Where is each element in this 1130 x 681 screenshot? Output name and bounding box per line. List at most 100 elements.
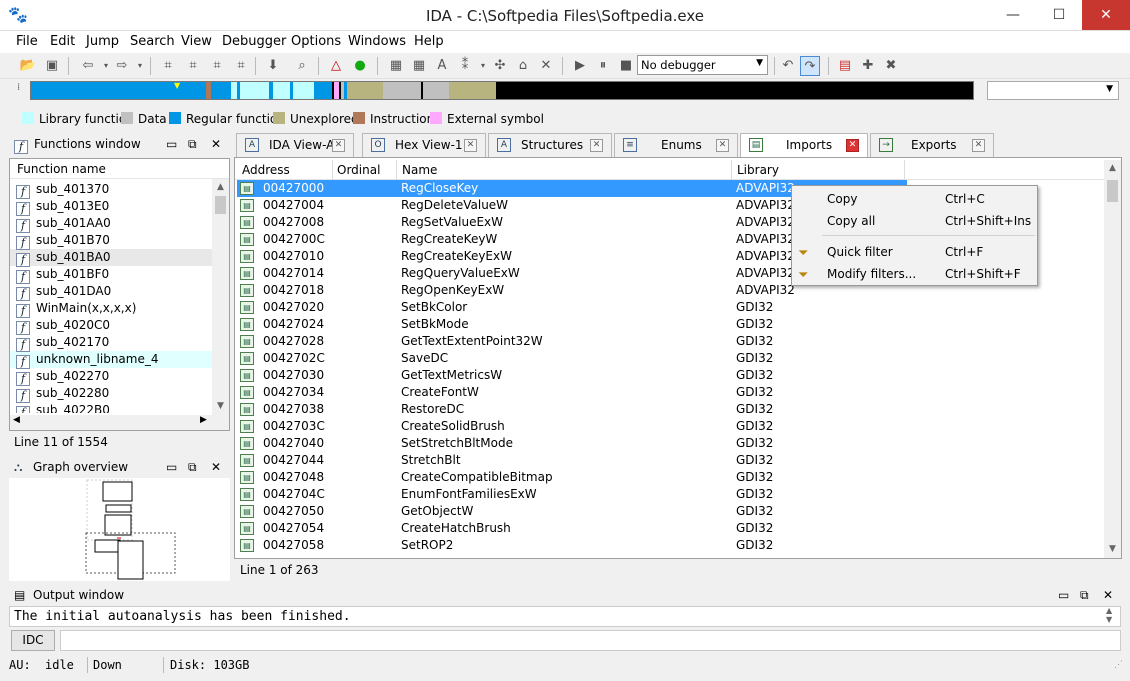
import-row[interactable]: ▤ 00427040 SetStretchBltMode GDI32 xyxy=(237,435,1107,452)
add-breakpoint-icon[interactable]: ✚ xyxy=(858,56,878,76)
context-modify-filters[interactable]: ⏷ Modify filters... Ctrl+Shift+F xyxy=(792,264,1037,284)
make-array-icon[interactable]: ⁑ xyxy=(455,56,475,76)
tab-structures[interactable]: A Structures ✕ xyxy=(488,133,612,157)
navigation-band[interactable]: ▼ xyxy=(30,81,974,100)
close-tab-icon[interactable]: ✕ xyxy=(590,139,603,152)
import-row[interactable]: ▤ 00427038 RestoreDC GDI32 xyxy=(237,401,1107,418)
forward-dropdown-icon[interactable]: ▾ xyxy=(130,56,150,76)
float-pane-icon[interactable]: ⧉ xyxy=(1080,585,1089,605)
column-library[interactable]: Library xyxy=(730,160,905,180)
import-row[interactable]: ▤ 00427058 SetROP2 GDI32 xyxy=(237,537,1107,554)
make-unknown-icon[interactable]: ✣ xyxy=(490,56,510,76)
undefine-icon[interactable]: ✕ xyxy=(536,56,556,76)
import-row[interactable]: ▤ 00427024 SetBkMode GDI32 xyxy=(237,316,1107,333)
close-tab-icon[interactable]: ✕ xyxy=(846,139,859,152)
jump-data-icon[interactable]: ⌗ xyxy=(183,56,203,76)
scroll-right-icon[interactable]: ▶ xyxy=(200,415,207,425)
imports-vscrollbar[interactable]: ▲ ▼ xyxy=(1104,160,1121,558)
import-row[interactable]: ▤ 00427054 CreateHatchBrush GDI32 xyxy=(237,520,1107,537)
import-row[interactable]: ▤ 0042702C SaveDC GDI32 xyxy=(237,350,1107,367)
minimize-icon[interactable]: — xyxy=(990,0,1036,30)
scroll-down-icon[interactable]: ▼ xyxy=(1104,541,1121,558)
resize-grip-icon[interactable]: ⋰ xyxy=(1114,660,1123,670)
stop-icon[interactable]: ■ xyxy=(616,56,636,76)
functions-list[interactable]: Function name f sub_401370 f sub_4013E0 f sub… xyxy=(9,158,230,431)
play-icon[interactable]: ▶ xyxy=(570,56,590,76)
scroll-down-icon[interactable]: ▼ xyxy=(212,398,229,415)
tab-ida-view-a[interactable]: A IDA View-A ✕ xyxy=(236,133,354,157)
menu-help[interactable]: Help xyxy=(414,34,444,49)
menu-debugger[interactable]: Debugger xyxy=(222,34,286,49)
make-code-icon[interactable]: ▦ xyxy=(386,56,406,76)
function-row[interactable]: f sub_401B70 xyxy=(10,232,212,250)
column-name[interactable]: Name xyxy=(395,160,732,180)
debugger-select[interactable]: No debugger ▼ xyxy=(637,55,768,75)
import-row[interactable]: ▤ 0042704C EnumFontFamiliesExW GDI32 xyxy=(237,486,1107,503)
create-function-icon[interactable]: ⌂ xyxy=(513,56,533,76)
maximize-icon[interactable]: ☐ xyxy=(1036,0,1082,30)
function-row[interactable]: f sub_402270 xyxy=(10,368,212,386)
warning-icon[interactable]: △ xyxy=(326,56,346,76)
close-tab-icon[interactable]: ✕ xyxy=(464,139,477,152)
close-tab-icon[interactable]: ✕ xyxy=(716,139,729,152)
scroll-left-icon[interactable]: ◀ xyxy=(13,415,20,425)
functions-vscrollbar[interactable]: ▲ ▼ xyxy=(212,179,229,415)
menu-file[interactable]: File xyxy=(16,34,38,49)
float-pane-icon[interactable]: ⧉ xyxy=(188,457,197,477)
function-row[interactable]: f WinMain(x,x,x,x) xyxy=(10,300,212,318)
breakpoint-list-icon[interactable]: ▤ xyxy=(835,56,855,76)
graph-overview-canvas[interactable] xyxy=(9,478,230,581)
green-circle-icon[interactable]: ● xyxy=(350,56,370,76)
context-copy[interactable]: Copy Ctrl+C xyxy=(792,189,1037,209)
idc-command-input[interactable] xyxy=(60,630,1121,651)
jump-text-icon[interactable]: ⌗ xyxy=(207,56,227,76)
output-log[interactable]: The initial autoanalysis has been finish… xyxy=(9,606,1121,627)
minimize-pane-icon[interactable]: ▭ xyxy=(166,134,177,154)
scroll-up-icon[interactable]: ▲ xyxy=(1104,160,1121,177)
tab-exports[interactable]: → Exports ✕ xyxy=(870,133,994,157)
import-row[interactable]: ▤ 00427048 CreateCompatibleBitmap GDI32 xyxy=(237,469,1107,486)
save-icon[interactable]: ▣ xyxy=(42,56,62,76)
scroll-thumb[interactable] xyxy=(215,196,226,214)
function-row[interactable]: f sub_401DA0 xyxy=(10,283,212,301)
import-row[interactable]: ▤ 00427028 GetTextExtentPoint32W GDI32 xyxy=(237,333,1107,350)
tab-hex-view-1[interactable]: O Hex View-1 ✕ xyxy=(362,133,486,157)
function-row[interactable]: f sub_401BF0 xyxy=(10,266,212,284)
close-pane-icon[interactable]: ✕ xyxy=(211,134,221,154)
attach-process-icon[interactable]: ↶ xyxy=(778,56,798,76)
import-row[interactable]: ▤ 00427044 StretchBlt GDI32 xyxy=(237,452,1107,469)
context-copy-all[interactable]: Copy all Ctrl+Shift+Ins xyxy=(792,211,1037,231)
make-data-icon[interactable]: ▦ xyxy=(409,56,429,76)
function-row[interactable]: f sub_4013E0 xyxy=(10,198,212,216)
close-pane-icon[interactable]: ✕ xyxy=(1103,585,1113,605)
import-row[interactable]: ▤ 00427034 CreateFontW GDI32 xyxy=(237,384,1107,401)
menu-edit[interactable]: Edit xyxy=(50,34,75,49)
close-icon[interactable]: ✕ xyxy=(1082,0,1130,30)
column-address[interactable]: Address xyxy=(235,160,333,180)
search-icon[interactable]: ⌕ xyxy=(292,56,312,76)
function-row[interactable]: f sub_402170 xyxy=(10,334,212,352)
tab-imports[interactable]: ▤ Imports ✕ xyxy=(740,133,868,158)
function-row[interactable]: f sub_401BA0 xyxy=(10,249,212,267)
scroll-up-icon[interactable]: ▲ xyxy=(212,179,229,196)
delete-breakpoint-icon[interactable]: ✖ xyxy=(881,56,901,76)
nav-band-select[interactable]: ▼ xyxy=(987,81,1119,100)
minimize-pane-icon[interactable]: ▭ xyxy=(1058,585,1069,605)
close-tab-icon[interactable]: ✕ xyxy=(972,139,985,152)
run-to-cursor-icon[interactable]: ↷ xyxy=(800,56,820,76)
function-row[interactable]: f unknown_libname_4 xyxy=(10,351,212,369)
import-row[interactable]: ▤ 00427020 SetBkColor GDI32 xyxy=(237,299,1107,316)
back-arrow-icon[interactable]: ⇦ xyxy=(78,56,98,76)
functions-hscrollbar[interactable]: ◀ ▶ xyxy=(10,415,229,430)
open-file-icon[interactable]: 📂 xyxy=(18,56,38,76)
idc-button[interactable]: IDC xyxy=(11,630,55,651)
context-quick-filter[interactable]: ⏷ Quick filter Ctrl+F xyxy=(792,242,1037,262)
menu-windows[interactable]: Windows xyxy=(348,34,406,49)
import-row[interactable]: ▤ 00427050 GetObjectW GDI32 xyxy=(237,503,1107,520)
function-row[interactable]: f sub_4020C0 xyxy=(10,317,212,335)
close-pane-icon[interactable]: ✕ xyxy=(211,457,221,477)
pause-icon[interactable]: ⏸ xyxy=(593,56,613,76)
column-ordinal[interactable]: Ordinal xyxy=(330,160,397,180)
function-row[interactable]: f sub_402280 xyxy=(10,385,212,403)
function-row[interactable]: f sub_401AA0 xyxy=(10,215,212,233)
